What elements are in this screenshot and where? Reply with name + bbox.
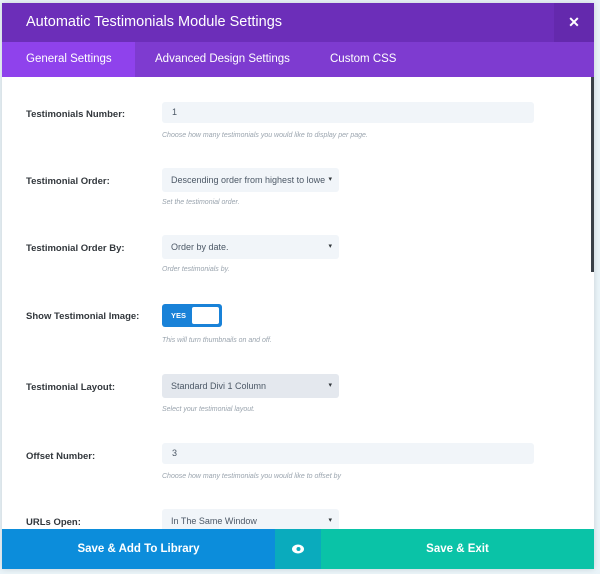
close-icon: ✕ <box>568 14 580 30</box>
field-label: Testimonial Order By: <box>26 243 125 254</box>
field-help: Select your testimonial layout. <box>162 406 255 413</box>
field-help: Set the testimonial order. <box>162 199 240 206</box>
select-value: Standard Divi 1 Column <box>171 381 267 391</box>
field-help: Order testimonials by. <box>162 266 230 273</box>
chevron-down-icon: ▾ <box>328 243 332 250</box>
modal-title: Automatic Testimonials Module Settings <box>26 14 283 30</box>
save-add-to-library-button[interactable]: Save & Add To Library <box>2 529 275 569</box>
modal-header: Automatic Testimonials Module Settings ✕ <box>2 3 594 42</box>
chevron-down-icon: ▾ <box>328 517 332 524</box>
toggle-knob <box>192 307 219 324</box>
testimonial-order-by-select[interactable]: Order by date. ▾ <box>162 235 339 259</box>
select-value: Descending order from highest to lowe <box>171 175 326 185</box>
testimonial-layout-select[interactable]: Standard Divi 1 Column ▾ <box>162 374 339 398</box>
modal-footer: Save & Add To Library Save & Exit <box>2 529 594 569</box>
urls-open-select[interactable]: In The Same Window ▾ <box>162 509 339 529</box>
select-value: In The Same Window <box>171 516 257 526</box>
field-help: Choose how many testimonials you would l… <box>162 473 341 480</box>
tab-custom-css[interactable]: Custom CSS <box>330 42 396 77</box>
eye-icon <box>292 544 304 554</box>
field-label: Show Testimonial Image: <box>26 311 140 322</box>
field-help: Choose how many testimonials you would l… <box>162 132 368 139</box>
select-value: Order by date. <box>171 242 229 252</box>
field-label: Testimonials Number: <box>26 109 126 120</box>
field-label: URLs Open: <box>26 517 81 528</box>
testimonials-number-input[interactable]: 1 <box>162 102 534 123</box>
tab-general-settings[interactable]: General Settings <box>2 42 135 77</box>
close-button[interactable]: ✕ <box>554 3 594 42</box>
save-exit-button[interactable]: Save & Exit <box>321 529 594 569</box>
field-label: Testimonial Order: <box>26 176 110 187</box>
field-label: Offset Number: <box>26 451 96 462</box>
module-settings-modal: Automatic Testimonials Module Settings ✕… <box>2 3 594 569</box>
show-image-toggle[interactable]: YES <box>162 304 222 327</box>
toggle-label: YES <box>171 311 187 320</box>
tab-advanced-design-settings[interactable]: Advanced Design Settings <box>155 42 290 77</box>
field-label: Testimonial Layout: <box>26 382 116 393</box>
tab-bar: General Settings Advanced Design Setting… <box>2 42 594 77</box>
offset-number-input[interactable]: 3 <box>162 443 534 464</box>
chevron-down-icon: ▾ <box>328 382 332 389</box>
scrollbar[interactable] <box>591 77 594 272</box>
testimonial-order-select[interactable]: Descending order from highest to lowe ▾ <box>162 168 339 192</box>
chevron-down-icon: ▾ <box>328 176 332 183</box>
field-help: This will turn thumbnails on and off. <box>162 337 272 344</box>
settings-body: Testimonials Number: 1 Choose how many t… <box>2 77 591 529</box>
preview-button[interactable] <box>275 529 321 569</box>
